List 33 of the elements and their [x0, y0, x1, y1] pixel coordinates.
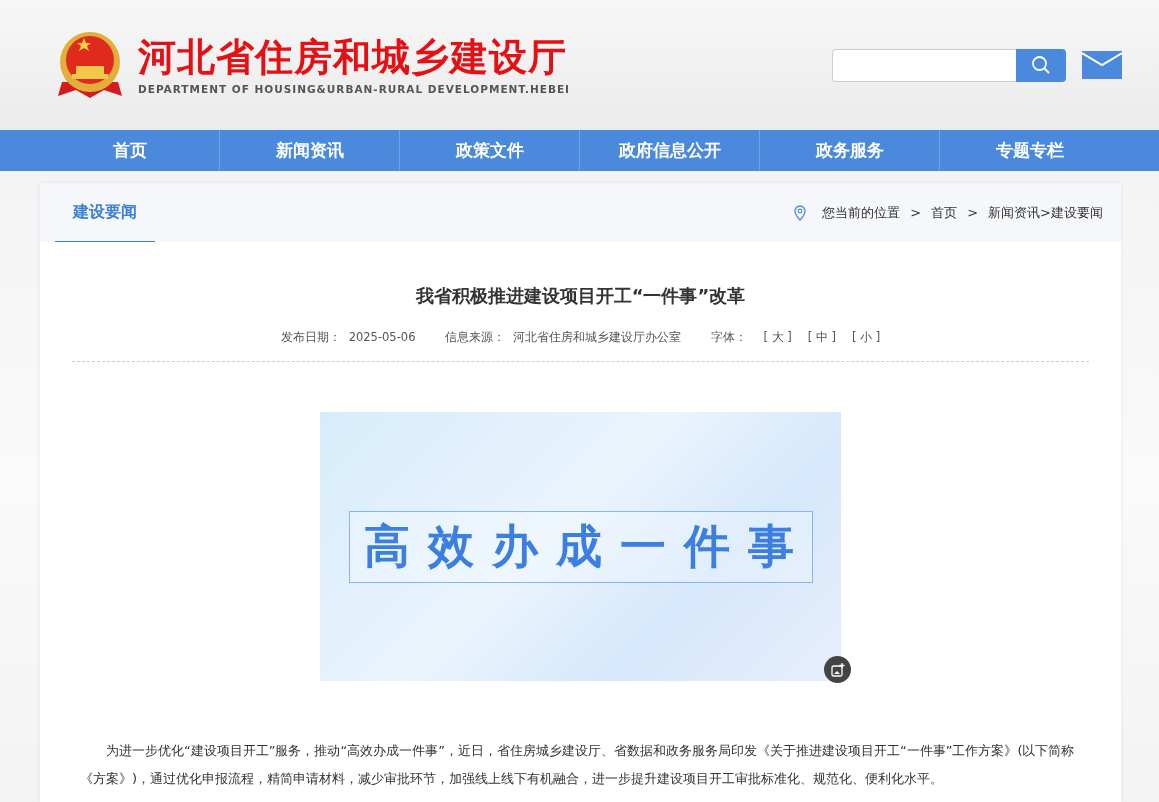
search-field[interactable]	[832, 48, 1016, 82]
nav-item[interactable]: 政务服务	[759, 130, 939, 171]
font-size-link[interactable]: [ 大 ]	[763, 330, 792, 345]
article-paragraph: 为进一步优化“建设项目开工”服务，推动“高效办成一件事”，近日，省住房城乡建设厅、省数据和政务服务局印发《关于推进建设项目开工“一件事”工作方案》(以下简称《方案》)，通过优化申报流程，精简申请材料，减少审批环节，加强线上线下有机融合，进一步提升建设项目开工审批标准化、规范化、便利化水平。	[80, 742, 1076, 788]
site-title: 河北省住房和城乡建设厅	[138, 35, 568, 79]
site-subtitle: DEPARTMENT OF HOUSING&URBAN-RURAL DEVELOPMENT.HEBEI	[138, 83, 570, 95]
search-button[interactable]	[1016, 48, 1066, 82]
image-add-icon	[830, 662, 845, 677]
breadcrumb-link[interactable]: 新闻资讯>建设要闻	[988, 203, 1103, 222]
nav-item[interactable]: 政府信息公开	[579, 130, 759, 171]
emblem-icon	[56, 30, 124, 100]
font-size-link[interactable]: [ 小 ]	[852, 330, 881, 345]
mail-icon[interactable]	[1082, 51, 1122, 79]
nav-item[interactable]: 政策文件	[399, 130, 579, 171]
font-size-link[interactable]: [ 中 ]	[807, 330, 837, 345]
breadcrumb-separator: >	[910, 205, 922, 220]
location-pin-icon	[794, 204, 807, 221]
breadcrumb-label: 您当前的位置	[822, 203, 901, 222]
nav-item[interactable]: 首页	[40, 130, 219, 171]
article-title: 我省积极推进建设项目开工“一件事”改革	[414, 284, 747, 308]
search-icon	[1031, 55, 1051, 75]
breadcrumb-separator: >	[967, 205, 979, 220]
date-label: 发布日期：	[280, 330, 341, 345]
section-tab[interactable]: 建设要闻	[55, 183, 155, 242]
image-button[interactable]	[824, 656, 851, 683]
source-text: 河北省住房和城乡建设厅办公室	[513, 330, 682, 345]
banner-text: 高效办成一件事	[348, 510, 813, 583]
nav-item[interactable]: 新闻资讯	[219, 130, 399, 171]
breadcrumb-link[interactable]: 首页	[931, 203, 958, 222]
source-label: 信息来源：	[445, 330, 506, 345]
font-size-label: 字体：	[711, 330, 748, 345]
nav-item[interactable]: 专题专栏	[939, 130, 1119, 171]
publish-date: 2025-05-06	[348, 330, 416, 345]
